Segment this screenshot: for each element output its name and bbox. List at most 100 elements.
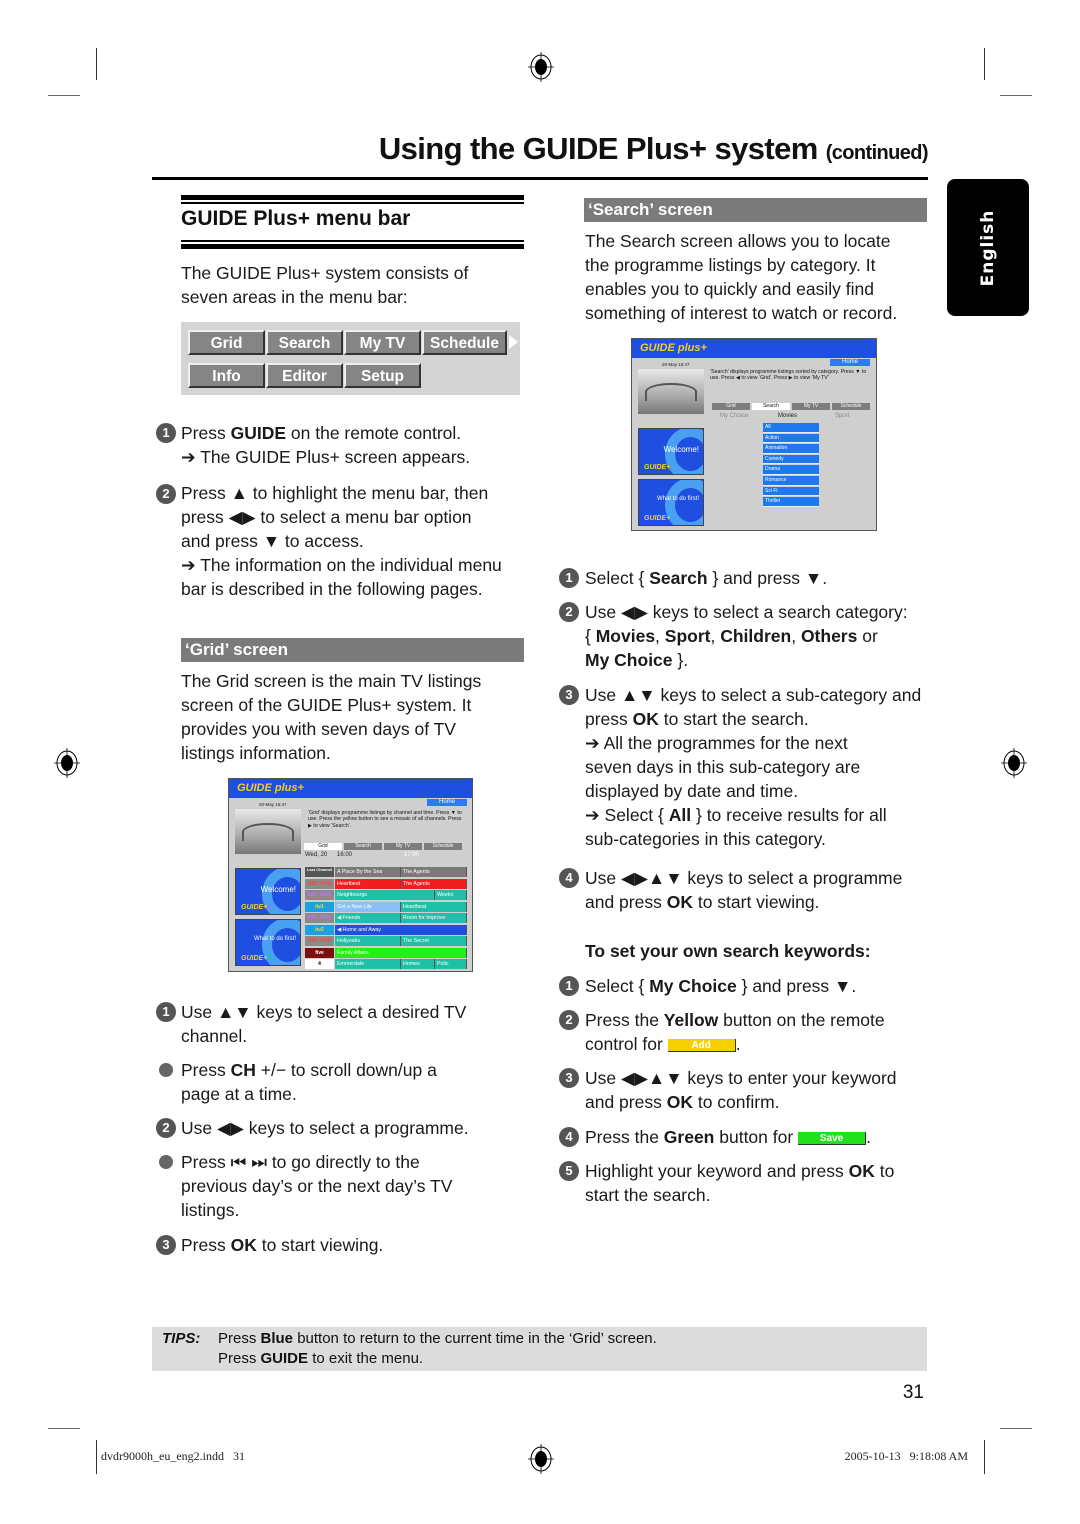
- menu-bar-illustration: Grid Search My TV Schedule Info Editor S…: [181, 322, 520, 395]
- menu-button-editor: Editor: [266, 363, 343, 388]
- step-number-2: 2: [559, 1010, 579, 1030]
- tv-channel-logo: itv1: [305, 901, 334, 912]
- step-number-2: 2: [156, 1118, 176, 1138]
- language-tab: English: [947, 179, 1029, 316]
- tv-sub-category-item: Drama: [763, 465, 819, 475]
- tv-sub-category-item: Thriller: [763, 497, 819, 507]
- step-text: Highlight your keyword and press OK to s…: [585, 1161, 895, 1205]
- tv-time-slot: 17:00: [404, 852, 420, 858]
- step-result: ➔ The GUIDE Plus+ screen appears.: [181, 447, 471, 467]
- tv-time-slot: 16:00: [337, 852, 353, 858]
- crop-mark: [48, 1428, 80, 1429]
- menu-button-info: Info: [188, 363, 265, 388]
- registration-mark-icon: [528, 1444, 554, 1474]
- tv-programme-cell: The Agents: [401, 867, 467, 877]
- tv-tab-grid: Grid: [304, 843, 342, 850]
- step-number-4: 4: [559, 1127, 579, 1147]
- page-title-suffix: (continued): [825, 142, 929, 164]
- tv-sub-category-item: Action: [763, 433, 819, 444]
- tv-grid-row: BBC TWO Neighbourgs Weeko: [305, 890, 467, 900]
- footer-timestamp: 2005-10-13 9:18:08 AM: [844, 1449, 968, 1463]
- step-text: Press GUIDE on the remote control.: [181, 423, 462, 443]
- bullet-icon: [159, 1063, 173, 1077]
- tv-channel-logo: BBC TWO: [305, 890, 334, 900]
- registration-mark-icon: [1001, 748, 1027, 778]
- step-number-1: 1: [156, 423, 176, 443]
- crop-mark: [984, 48, 985, 80]
- tv-preview-image: [235, 809, 301, 854]
- tv-home-tab: Home: [830, 359, 870, 366]
- section-divider: [181, 240, 524, 242]
- tv-sub-category-item: Sci Fi: [763, 486, 819, 497]
- tv-welcome-panel: Welcome! GUIDE+: [638, 428, 704, 475]
- tv-sub-category-item: Romance: [763, 476, 819, 486]
- grid-screen-illustration: GUIDE plus+ Home 20-May 16:47 ‘Grid’ dis…: [228, 778, 473, 972]
- tv-programme-cell: ◀ Home and Away: [335, 924, 467, 935]
- section-divider: [181, 195, 524, 200]
- menu-button-my-tv: My TV: [344, 330, 421, 355]
- tv-grid-row: itv2 ◀ Home and Away: [305, 924, 467, 935]
- step-number-3: 3: [559, 1068, 579, 1088]
- section-divider: [181, 244, 524, 249]
- step-number-3: 3: [559, 685, 579, 705]
- tv-programme-cell: Weeko: [435, 890, 467, 900]
- grid-screen-heading: ‘Grid’ screen: [181, 638, 524, 662]
- save-button-illustration: Save: [798, 1131, 867, 1145]
- tv-tab-search: Search: [752, 403, 790, 410]
- crop-mark: [96, 1440, 97, 1474]
- tv-category-active: Movies: [778, 413, 798, 419]
- tv-grid-row: itv1 Get a New Life Heartbeat: [305, 901, 467, 912]
- tv-description: ‘Search’ displays programme listings sor…: [710, 369, 867, 382]
- tv-tab-my-tv: My TV: [384, 843, 422, 850]
- step-text: Use ◀▶ keys to select a search category:…: [585, 602, 908, 670]
- tv-channel-logo: Last Channel: [305, 867, 334, 877]
- step-number-5: 5: [559, 1161, 579, 1181]
- grid-description: The Grid screen is the main TV listings …: [181, 671, 482, 763]
- tv-tab-grid: Grid: [712, 403, 750, 410]
- step-text: Use ◀▶ keys to select a programme.: [181, 1118, 469, 1138]
- step-text: Press the Green button for Save.: [585, 1127, 871, 1147]
- step-number-1: 1: [559, 568, 579, 588]
- step-text: Press ▲ to highlight the menu bar, then …: [181, 483, 502, 599]
- section-divider: [181, 202, 524, 204]
- guide-plus-logo: GUIDE plus+: [640, 342, 707, 354]
- crop-mark: [96, 48, 97, 80]
- step-number-1: 1: [156, 1002, 176, 1022]
- tv-channel-logo: BBC TWO: [305, 913, 334, 923]
- tips-label: TIPS:: [162, 1330, 201, 1347]
- step-text: Press OK to start viewing.: [181, 1235, 384, 1255]
- tv-programme-cell: A Place By the Sea: [335, 867, 401, 877]
- tv-sub-category-item: Animation: [763, 444, 819, 454]
- step-text: Press ⏮ ⏭ to go directly to the previous…: [181, 1152, 453, 1220]
- step-number-2: 2: [156, 484, 176, 504]
- tv-category: My Choice: [720, 413, 749, 419]
- tv-description: ‘Grid’ displays programme listings by ch…: [308, 810, 462, 829]
- tv-sub-category-item: All: [763, 423, 819, 433]
- title-divider: [152, 177, 928, 180]
- tv-sub-category-item: Comedy: [763, 454, 819, 465]
- tv-grid-row: BBC TWO ◀ Friends Room for Improve: [305, 913, 467, 923]
- tips-line: Press GUIDE to exit the menu.: [218, 1350, 424, 1367]
- tv-date-time: 20-May 16:47: [662, 362, 690, 367]
- tips-line: Press Blue button to return to the curre…: [218, 1330, 657, 1347]
- right-arrow-icon: [509, 335, 518, 349]
- tv-programme-cell: The Secret: [401, 936, 467, 946]
- tv-grid-row: BBC ONE Heartbeat The Agents: [305, 878, 467, 889]
- tv-channel-logo: itv2: [305, 924, 334, 935]
- tv-programme-cell: Get a New Life: [335, 901, 401, 912]
- tv-home-tab: Home: [427, 799, 467, 806]
- search-screen-heading: ‘Search’ screen: [584, 198, 927, 222]
- tv-grid-listing: Last Channel A Place By the Sea The Agents…: [305, 860, 467, 969]
- step-number-3: 3: [156, 1235, 176, 1255]
- language-tab-label: English: [978, 209, 998, 286]
- tv-programme-cell: The Agents: [401, 878, 467, 889]
- search-description: The Search screen allows you to locate t…: [585, 231, 898, 323]
- tv-grid-row: five Family Affairs: [305, 947, 467, 958]
- tv-grid-row: 4 Emmerdale Homes Polic: [305, 959, 467, 969]
- page-title-text: Using the GUIDE Plus+ system: [378, 131, 818, 166]
- tv-first-steps-panel: What to do first! GUIDE+: [638, 479, 704, 526]
- tv-programme-cell: Family Affairs: [335, 947, 467, 958]
- menu-button-schedule: Schedule: [422, 330, 507, 355]
- step-text: Select { My Choice } and press ▼.: [585, 976, 857, 996]
- registration-mark-icon: [54, 748, 80, 778]
